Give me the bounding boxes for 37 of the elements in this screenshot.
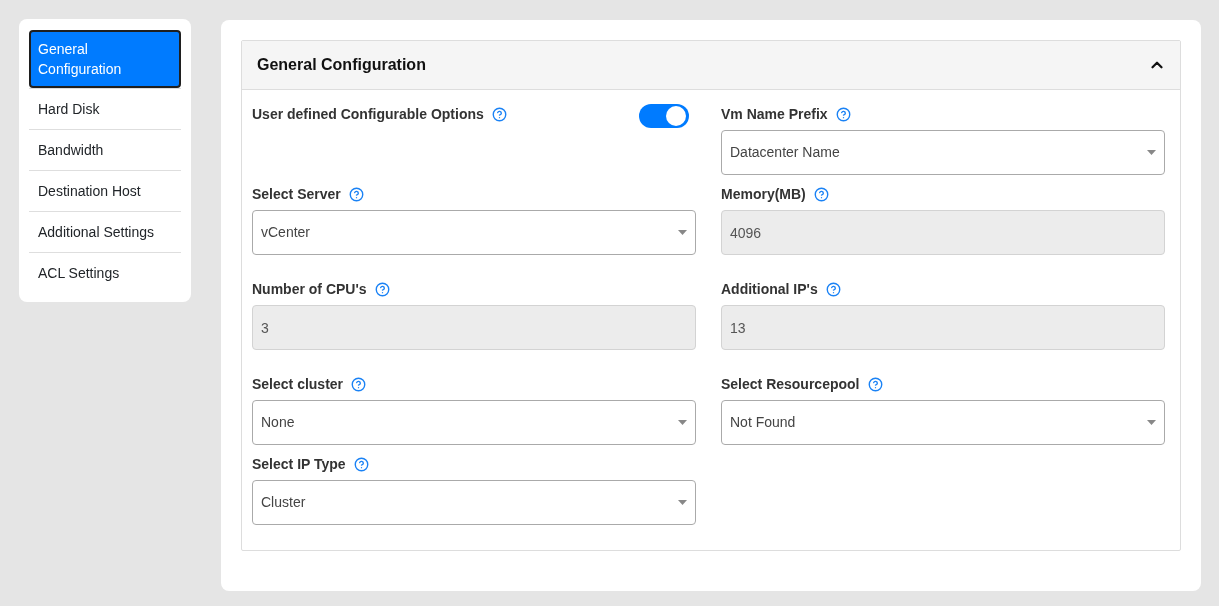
sidebar-item[interactable]: Hard Disk — [29, 89, 181, 129]
help-icon[interactable] — [825, 281, 841, 297]
field-label: Select cluster — [252, 375, 344, 394]
toggle-switch[interactable] — [639, 104, 689, 128]
field-label: Additional IP's — [721, 280, 818, 299]
field-label: Select Resourcepool — [721, 375, 860, 394]
help-icon[interactable] — [835, 106, 851, 122]
field-label: User defined Configurable Options — [252, 105, 484, 124]
panel-title: General Configuration — [257, 55, 426, 75]
select-field[interactable]: None — [252, 400, 696, 445]
field-label: Select IP Type — [252, 455, 346, 474]
field-label: Select Server — [252, 185, 341, 204]
sidebar-item[interactable]: General Configuration — [29, 30, 181, 88]
sidebar-item[interactable]: Destination Host — [29, 171, 181, 211]
sidebar-item[interactable]: ACL Settings — [29, 253, 181, 293]
sidebar-item[interactable]: Bandwidth — [29, 130, 181, 170]
select-field[interactable]: vCenter — [252, 210, 696, 255]
accordion-header[interactable]: General Configuration — [242, 41, 1180, 90]
field-label: Number of CPU's — [252, 280, 367, 299]
caret-down-icon — [1147, 420, 1156, 425]
help-icon[interactable] — [867, 376, 883, 392]
sidebar-item[interactable]: Additional Settings — [29, 212, 181, 252]
select-field[interactable]: Not Found — [721, 400, 1165, 445]
help-icon[interactable] — [491, 106, 507, 122]
caret-down-icon — [678, 230, 687, 235]
field-label: Memory(MB) — [721, 185, 806, 204]
help-icon[interactable] — [374, 281, 390, 297]
caret-down-icon — [678, 500, 687, 505]
caret-down-icon — [678, 420, 687, 425]
caret-down-icon — [1147, 150, 1156, 155]
select-field[interactable]: Cluster — [252, 480, 696, 525]
help-icon[interactable] — [348, 186, 364, 202]
help-icon[interactable] — [353, 456, 369, 472]
field-label: Vm Name Prefix — [721, 105, 828, 124]
help-icon[interactable] — [813, 186, 829, 202]
select-field[interactable]: Datacenter Name — [721, 130, 1165, 175]
help-icon[interactable] — [351, 376, 367, 392]
